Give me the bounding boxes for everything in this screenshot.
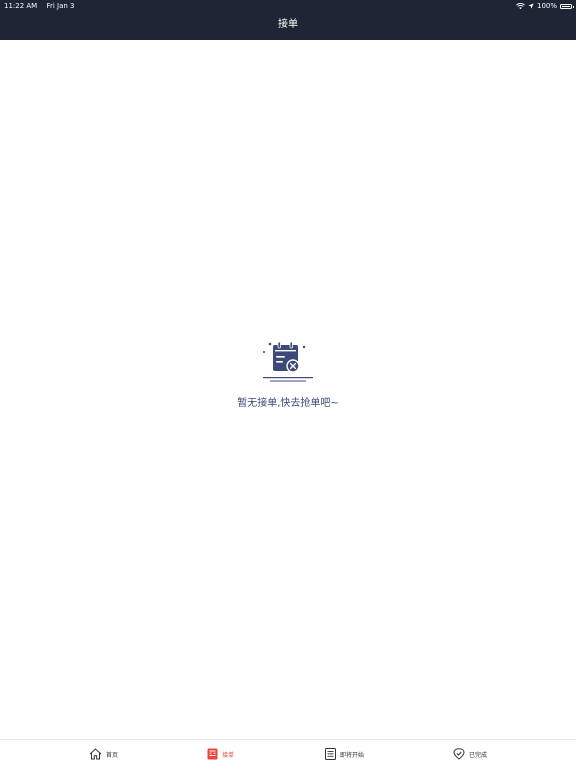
empty-message: 暂无接单,快去抢单吧~ [237,398,339,409]
tab-home-label: 首页 [106,751,119,759]
location-arrow-icon [528,3,534,9]
status-right: 100% [516,0,574,12]
tab-home[interactable]: 首页 [89,740,118,768]
header: 11:22 AM Fri Jan 3 100% 接单 [0,0,576,40]
tab-done-label: 已完成 [469,751,488,759]
calendar-x-icon [263,341,313,382]
app-root: 11:22 AM Fri Jan 3 100% 接单 暂无接单,快去抢单吧~ 首… [0,0,576,768]
status-bar: 11:22 AM Fri Jan 3 100% [0,0,576,12]
status-time: 11:22 AM [4,2,38,10]
order-icon [207,748,218,760]
tab-bar: 首页 接单 即将开始 已完成 [0,739,576,768]
list-icon [325,748,336,760]
status-date: Fri Jan 3 [46,2,75,10]
tab-done[interactable]: 已完成 [453,740,487,768]
tab-upcoming-label: 即将开始 [340,751,365,759]
tab-orders-label: 接单 [222,751,235,759]
battery-percentage: 100% [536,2,557,10]
wifi-icon [516,2,525,9]
status-left: 11:22 AM Fri Jan 3 [4,0,82,12]
battery-icon [560,3,574,9]
page-title: 接单 [278,19,298,30]
tab-upcoming[interactable]: 即将开始 [325,740,364,768]
check-shield-icon [453,748,465,760]
tab-orders[interactable]: 接单 [207,740,234,768]
home-icon [89,748,102,760]
empty-state: 暂无接单,快去抢单吧~ [0,338,576,409]
